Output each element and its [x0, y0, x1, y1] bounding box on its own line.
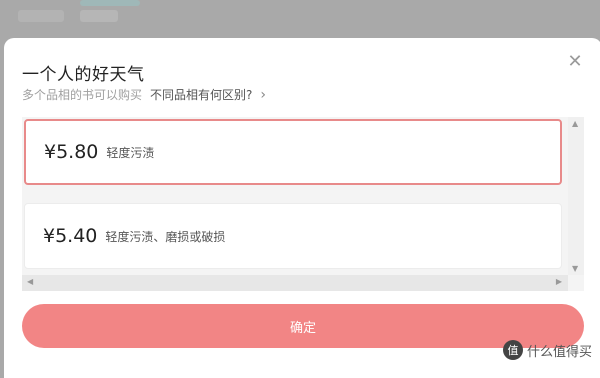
- watermark: 值 什么值得买: [502, 340, 592, 360]
- scroll-down-icon[interactable]: ▼: [572, 264, 578, 273]
- confirm-button[interactable]: 确定: [22, 304, 584, 348]
- modal-title: 一个人的好天气: [22, 65, 145, 85]
- scroll-right-icon[interactable]: ▶: [556, 277, 562, 286]
- scrollbar-corner: [568, 275, 584, 291]
- background-blur: [80, 10, 118, 22]
- subtitle-text: 多个品相的书可以购买: [22, 88, 143, 102]
- option-price: ¥5.40: [43, 225, 98, 247]
- option-price: ¥5.80: [44, 141, 99, 163]
- option-condition: 轻度污渍: [106, 145, 155, 160]
- close-icon[interactable]: ✕: [567, 53, 583, 71]
- vertical-scrollbar[interactable]: ▲ ▼: [568, 117, 584, 275]
- watermark-text: 什么值得买: [526, 344, 592, 360]
- chevron-right-icon[interactable]: ›: [260, 87, 266, 103]
- background-blur: [18, 10, 64, 22]
- condition-select-modal: 一个人的好天气 ✕ 多个品相的书可以购买 不同品相有何区别? › ¥5.80 轻…: [4, 38, 600, 378]
- condition-option-2[interactable]: ¥5.40 轻度污渍、磨损或破损: [24, 203, 562, 269]
- modal-subtitle: 多个品相的书可以购买 不同品相有何区别? ›: [22, 86, 266, 103]
- scroll-left-icon[interactable]: ◀: [27, 277, 33, 286]
- condition-list[interactable]: ¥5.80 轻度污渍 ¥5.40 轻度污渍、磨损或破损 ▲ ▼ ◀ ▶: [22, 117, 584, 291]
- watermark-logo: 值: [502, 340, 523, 360]
- compare-conditions-link[interactable]: 不同品相有何区别?: [150, 86, 252, 103]
- condition-option-1[interactable]: ¥5.80 轻度污渍: [24, 119, 562, 185]
- horizontal-scrollbar[interactable]: ◀ ▶: [22, 275, 568, 291]
- background-overlay: [0, 0, 600, 40]
- background-blur: [80, 0, 140, 6]
- option-condition: 轻度污渍、磨损或破损: [105, 229, 226, 244]
- scroll-up-icon[interactable]: ▲: [572, 119, 578, 128]
